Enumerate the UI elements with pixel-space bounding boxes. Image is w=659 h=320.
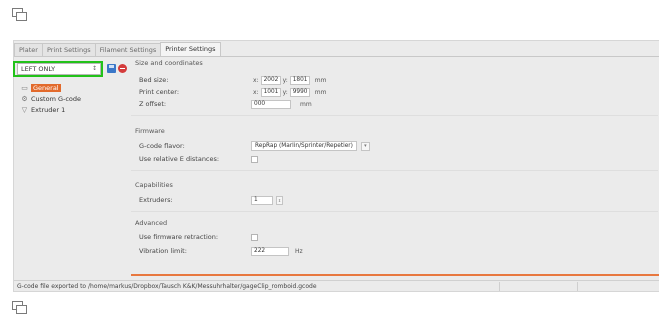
unit-label: mm: [314, 88, 327, 96]
spin-arrows-icon[interactable]: ⇕: [276, 195, 283, 205]
preset-highlight-box: [13, 61, 103, 77]
accent-line: [131, 274, 659, 276]
window-icon: [12, 301, 27, 314]
window-icon: [12, 8, 27, 21]
row-print-center: Print center: x: 1001 y: 9990 mm: [139, 87, 326, 97]
tab-print-settings[interactable]: Print Settings: [41, 43, 96, 57]
section-capabilities: Capabilities: [131, 181, 658, 190]
y-label: y:: [282, 88, 288, 96]
z-offset-input[interactable]: 000: [251, 99, 291, 109]
relative-e-checkbox[interactable]: [251, 155, 258, 163]
unit-label: mm: [300, 100, 312, 108]
row-firmware-retraction: Use firmware retraction:: [139, 232, 258, 242]
status-bar: G-code file exported to /home/markus/Dro…: [14, 280, 659, 292]
chevron-down-icon[interactable]: ▾: [360, 141, 370, 151]
save-preset-button[interactable]: [107, 64, 116, 73]
unit-label: mm: [314, 76, 327, 84]
field-label: Vibration limit:: [139, 247, 187, 255]
y-label: y:: [282, 76, 288, 84]
section-firmware: Firmware: [131, 127, 658, 136]
print-center-x-input[interactable]: 1001: [260, 87, 281, 97]
tab-bar: Plater Print Settings Filament Settings …: [14, 41, 221, 57]
extruders-input[interactable]: 1: [251, 195, 273, 205]
status-separator: [577, 282, 578, 291]
gcode-flavor-select[interactable]: RepRap (Marlin/Sprinter/Repetier): [251, 141, 357, 151]
field-label: Bed size:: [139, 76, 169, 84]
bed-size-x-input[interactable]: 2002: [260, 75, 281, 85]
tree-item-extruder-1[interactable]: ▽ Extruder 1: [20, 104, 81, 115]
print-center-y-input[interactable]: 9990: [289, 87, 310, 97]
row-vibration-limit: Vibration limit: 222 Hz: [139, 246, 303, 256]
tab-printer-settings[interactable]: Printer Settings: [160, 42, 221, 57]
settings-panel: Size and coordinates Bed size: x: 2002 y…: [131, 59, 658, 277]
slic3r-window: Plater Print Settings Filament Settings …: [13, 40, 659, 292]
field-label: Use firmware retraction:: [139, 233, 219, 241]
tree-item-general[interactable]: ▭ General: [20, 82, 81, 93]
tree-item-label: General: [31, 83, 61, 92]
row-relative-e: Use relative E distances:: [139, 154, 258, 164]
row-extruders: Extruders: 1 ⇕: [139, 195, 283, 205]
tab-plater[interactable]: Plater: [14, 43, 43, 57]
funnel-icon: ▽: [21, 105, 28, 114]
section-title: Capabilities: [135, 181, 173, 189]
row-bed-size: Bed size: x: 2002 y: 1801 mm: [139, 75, 326, 85]
tab-filament-settings[interactable]: Filament Settings: [94, 43, 162, 57]
page-tree: ▭ General ⚙ Custom G-code ▽ Extruder 1: [20, 82, 81, 115]
firmware-retraction-checkbox[interactable]: [251, 233, 258, 241]
section-title: Firmware: [135, 127, 165, 135]
field-label: Use relative E distances:: [139, 155, 220, 163]
field-label: Extruders:: [139, 196, 173, 204]
section-divider: [131, 115, 658, 116]
section-title: Size and coordinates: [135, 59, 203, 67]
bed-size-y-input[interactable]: 1801: [289, 75, 310, 85]
vibration-limit-input[interactable]: 222: [251, 246, 289, 256]
delete-preset-button[interactable]: [118, 64, 127, 73]
gear-icon: ⚙: [21, 94, 28, 103]
field-label: Print center:: [139, 88, 180, 96]
unit-label: Hz: [295, 247, 303, 255]
status-separator: [499, 282, 500, 291]
row-gcode-flavor: G-code flavor: RepRap (Marlin/Sprinter/R…: [139, 141, 370, 151]
status-text: G-code file exported to /home/markus/Dro…: [17, 283, 317, 290]
section-divider: [131, 211, 658, 212]
settings-sidebar: LEFT ONLY ↕ ▭ General ⚙ Custom G-code ▽ …: [13, 57, 130, 277]
tree-item-label: Custom G-code: [31, 94, 82, 103]
section-advanced: Advanced: [131, 219, 658, 228]
section-size: Size and coordinates: [131, 59, 658, 68]
section-title: Advanced: [135, 219, 168, 227]
field-label: Z offset:: [139, 100, 167, 108]
section-divider: [131, 170, 658, 171]
tree-item-label: Extruder 1: [31, 105, 66, 114]
x-label: x:: [253, 76, 259, 84]
tree-item-custom-gcode[interactable]: ⚙ Custom G-code: [20, 93, 81, 104]
x-label: x:: [253, 88, 259, 96]
field-label: G-code flavor:: [139, 142, 185, 150]
row-z-offset: Z offset: 000 mm: [139, 99, 312, 109]
printer-icon: ▭: [21, 83, 28, 92]
